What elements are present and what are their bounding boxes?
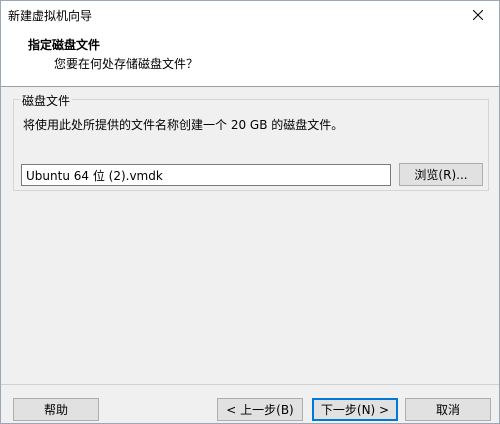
window-title: 新建虚拟机向导 bbox=[8, 9, 93, 23]
page-subtitle: 您要在何处存储磁盘文件？ bbox=[54, 57, 199, 71]
close-icon bbox=[473, 9, 483, 20]
cancel-button[interactable]: 取消 bbox=[405, 398, 491, 421]
back-button[interactable]: < 上一步(B) bbox=[217, 398, 303, 421]
browse-button[interactable]: 浏览(R)... bbox=[399, 163, 483, 186]
disk-file-description: 将使用此处所提供的文件名称创建一个 20 GB 的磁盘文件。 bbox=[23, 118, 344, 132]
disk-file-input[interactable] bbox=[21, 164, 391, 186]
next-button[interactable]: 下一步(N) > bbox=[312, 398, 398, 421]
footer-separator bbox=[1, 384, 499, 385]
wizard-header: 指定磁盘文件 您要在何处存储磁盘文件？ bbox=[1, 28, 499, 87]
disk-file-group: 磁盘文件 将使用此处所提供的文件名称创建一个 20 GB 的磁盘文件。 浏览(R… bbox=[13, 92, 489, 191]
wizard-window: 新建虚拟机向导 指定磁盘文件 您要在何处存储磁盘文件？ 磁盘文件 将使用此处所提… bbox=[0, 0, 500, 424]
group-legend: 磁盘文件 bbox=[20, 92, 73, 109]
title-bar: 新建虚拟机向导 bbox=[1, 1, 499, 28]
page-title: 指定磁盘文件 bbox=[28, 38, 101, 52]
close-button[interactable] bbox=[457, 1, 499, 28]
help-button[interactable]: 帮助 bbox=[13, 398, 99, 421]
